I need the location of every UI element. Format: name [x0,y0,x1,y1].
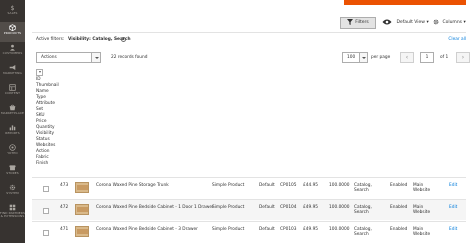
megaphone-icon [9,65,16,70]
cube-icon [9,24,16,31]
column-header-list: ID Thumbnail Name Type Attribute Set SKU… [36,77,59,167]
gear-icon [433,19,439,24]
product-thumbnail [75,182,89,193]
nav-item-system[interactable]: System [0,182,25,202]
chevron-down-icon [359,53,367,62]
admin-sidebar: $ Sales Products Customers Marketing Con… [0,0,25,243]
per-page-label: per page [371,55,391,60]
cell-quantity: 100.0000 [329,183,350,188]
nav-item-content[interactable]: Content [0,82,25,102]
product-thumbnail [75,226,89,237]
cell-visibility: Search [354,188,369,193]
nav-item-partners[interactable]: Find Partners & Extensions [0,202,25,228]
store-icon [9,104,16,111]
person-icon [10,44,15,51]
records-found-count: 22 records found [111,55,148,60]
cell-type: Simple Product [212,183,245,188]
cell-name: Corona Waxed Pine Bedside Cabinet - 1 Do… [96,205,214,210]
cell-id: 473 [60,183,69,188]
edit-link[interactable]: Edit [449,227,457,232]
cell-websites: Website [413,232,431,237]
remove-filter-icon[interactable]: × [121,36,126,42]
funnel-icon [347,18,354,25]
admin-page: $ Sales Products Customers Marketing Con… [0,0,474,243]
next-page-button[interactable]: › [456,52,470,63]
nav-item-marketing[interactable]: Marketing [0,62,25,82]
cell-status: Enabled [390,183,408,188]
mass-select-checkbox[interactable] [36,69,43,76]
storefront-icon [9,165,16,171]
nav-item-yotpo[interactable]: Yotpo [0,142,25,162]
column-header-finish[interactable]: Finish [36,161,59,167]
edit-link[interactable]: Edit [449,183,457,188]
cell-quantity: 100.0000 [329,205,350,210]
nav-item-sales[interactable]: $ Sales [0,2,25,22]
table-row[interactable]: 473 Corona Waxed Pine Storage Trunk Simp… [32,177,466,198]
row-checkbox[interactable] [43,208,49,214]
cell-attribute-set: Default [259,227,275,232]
page-number-input[interactable]: 1 [420,52,434,63]
clear-all-link[interactable]: Clear all [448,37,466,42]
nav-item-reports[interactable]: Reports [0,122,25,142]
dollar-icon: $ [10,5,14,11]
table-row[interactable]: 471 Corona Waxed Pine Bedside Cabinet - … [32,221,466,242]
chevron-down-icon: ▾ [463,20,466,25]
cell-websites: Website [413,188,431,193]
cell-attribute-set: Default [259,183,275,188]
star-icon [9,144,16,151]
nav-item-customers[interactable]: Customers [0,42,25,62]
cell-attribute-set: Default [259,205,275,210]
cell-type: Simple Product [212,227,245,232]
cell-visibility: Search [354,210,369,215]
cell-price: £49.95 [303,205,319,210]
partners-icon [9,204,16,211]
cell-price: £44.95 [303,183,319,188]
active-filters-label: Active filters: [36,37,65,42]
cell-quantity: 100.0000 [329,227,350,232]
chevron-left-icon: ‹ [405,54,409,61]
cell-visibility: Search [354,232,369,237]
filters-button[interactable]: Filters [340,17,376,29]
layout-icon [9,84,16,91]
page-count-label: of 1 [440,55,449,60]
product-thumbnail [75,204,89,215]
default-view-dropdown[interactable]: Default View ▾ [382,17,429,29]
row-checkbox[interactable] [43,186,49,192]
cell-sku: CP0105 [280,183,297,188]
chevron-down-icon [91,53,100,62]
cell-id: 471 [60,227,69,232]
cell-sku: CP0103 [280,227,297,232]
cell-name: Corona Waxed Pine Storage Trunk [96,183,169,188]
cell-price: £49.95 [303,227,319,232]
table-row[interactable]: 472 Corona Waxed Pine Bedside Cabinet - … [32,199,466,220]
add-product-button-edge[interactable] [344,0,466,5]
cell-type: Simple Product [212,205,245,210]
cell-status: Enabled [390,227,408,232]
nav-item-marketplace[interactable]: Marketplace [0,102,25,122]
actions-dropdown[interactable]: Actions [36,52,101,63]
cell-status: Enabled [390,205,408,210]
edit-link[interactable]: Edit [449,205,457,210]
nav-item-stores[interactable]: Stores [0,162,25,182]
cell-id: 472 [60,205,69,210]
gear-icon [9,184,16,191]
cell-name: Corona Waxed Pine Bedside Cabinet - 3 Dr… [96,227,198,232]
eye-icon [382,19,392,24]
per-page-select[interactable]: 100 [342,52,368,63]
active-filters-bar: Active filters: Visibility: Catalog, Sea… [32,32,466,44]
cell-sku: CP0104 [280,205,297,210]
chevron-right-icon: › [461,54,465,61]
previous-page-button[interactable]: ‹ [400,52,414,63]
row-checkbox[interactable] [43,230,49,236]
cell-websites: Website [413,210,431,215]
nav-item-products[interactable]: Products [0,22,25,42]
columns-dropdown[interactable]: Columns ▾ [433,17,466,29]
bar-chart-icon [9,125,16,131]
chevron-down-icon: ▾ [426,20,429,25]
